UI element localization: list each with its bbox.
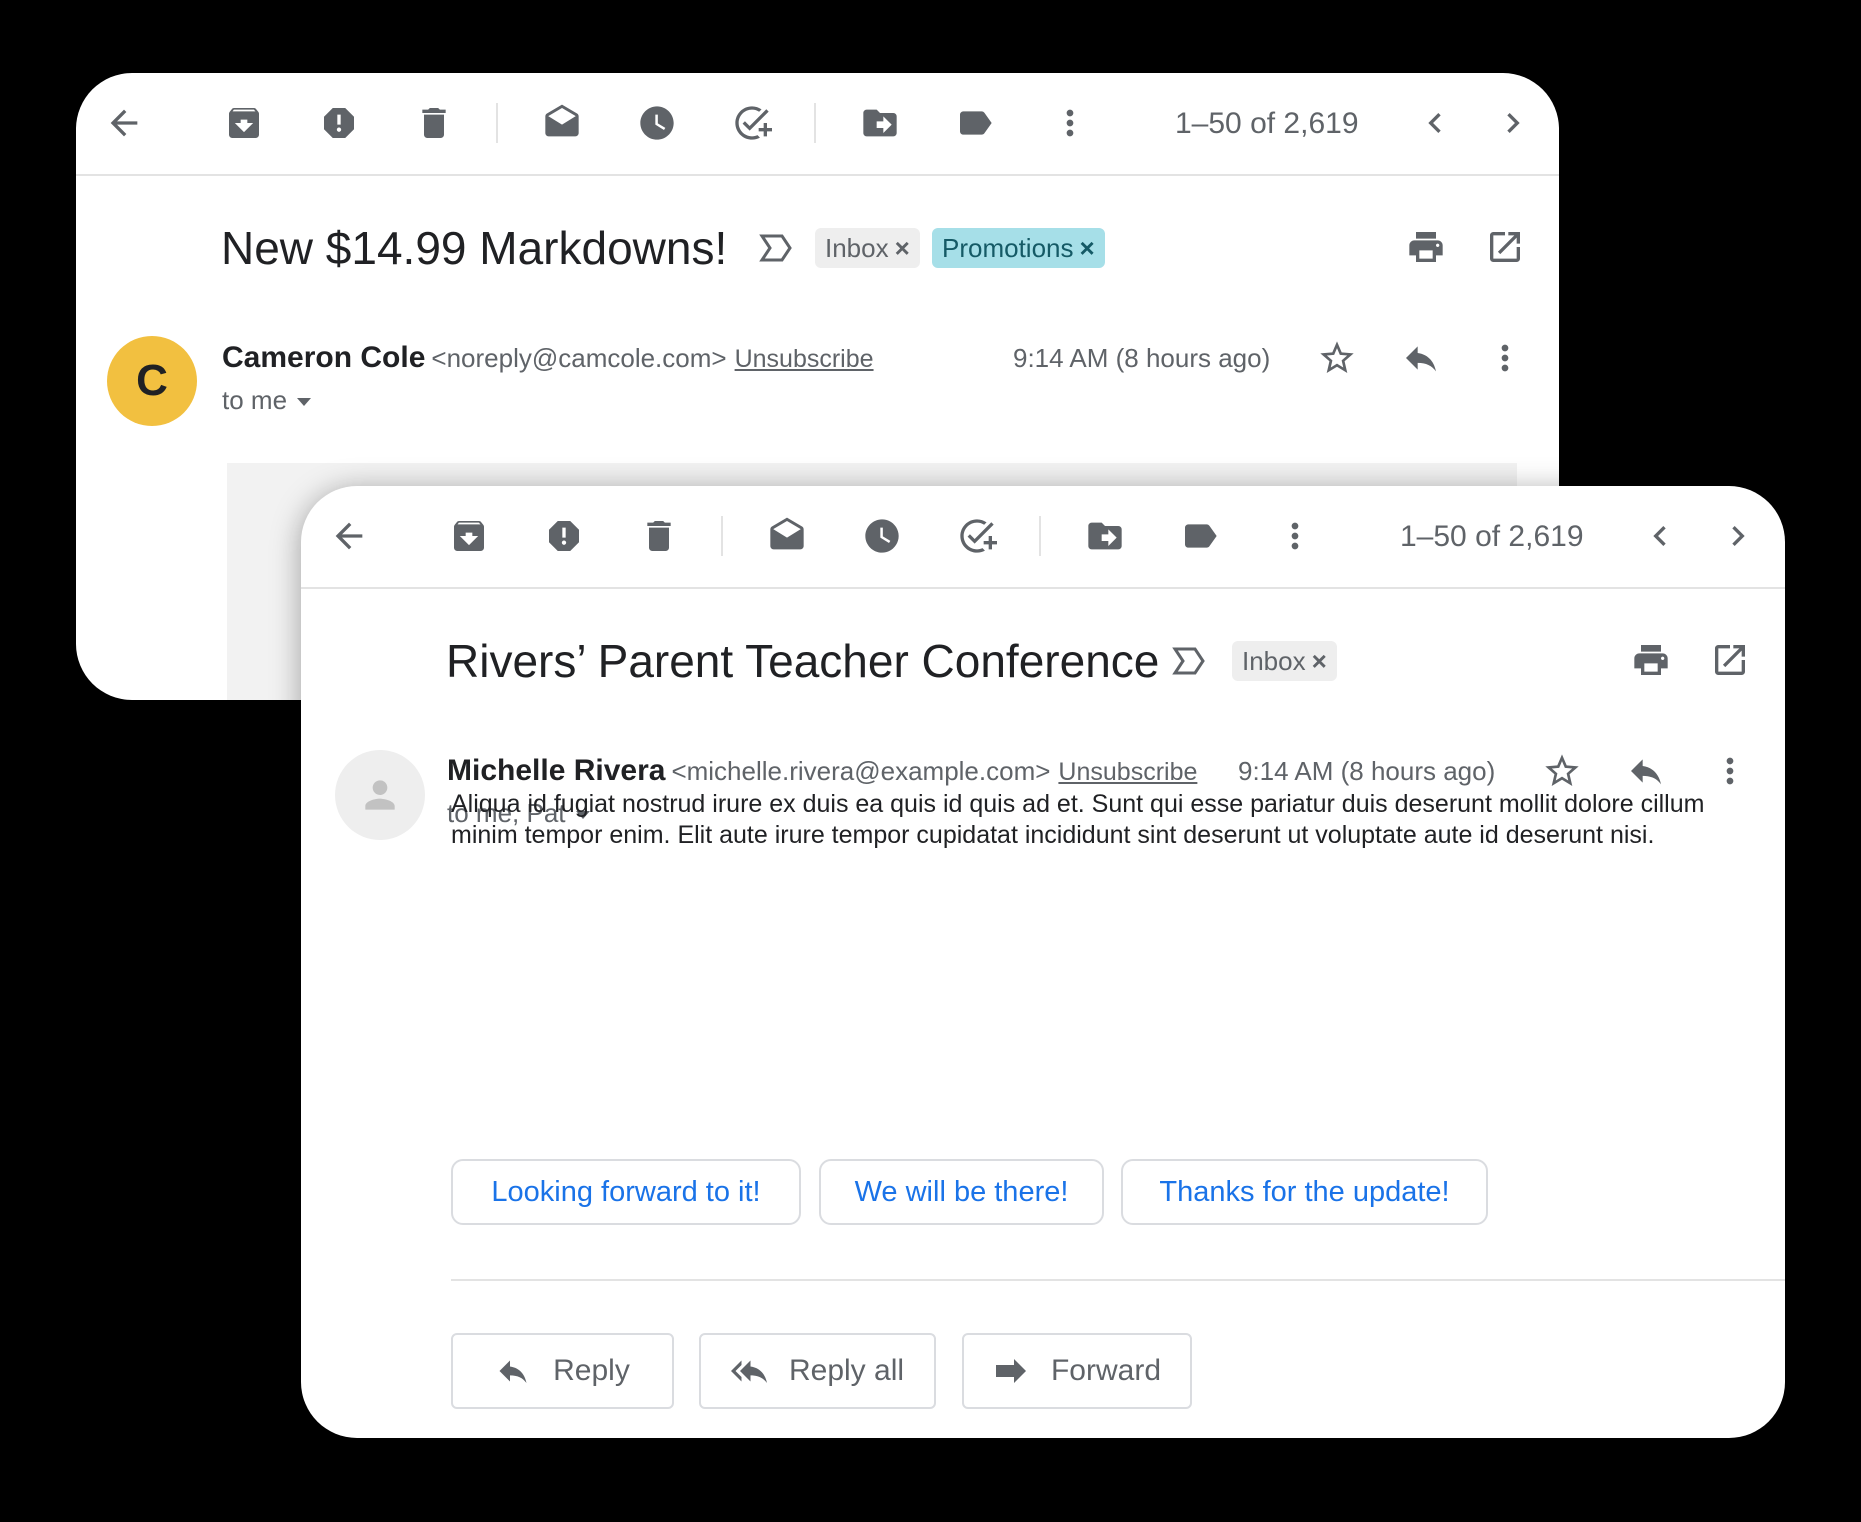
label-icon[interactable]	[1176, 512, 1224, 560]
toolbar-divider	[814, 103, 816, 143]
move-to-icon[interactable]	[1081, 512, 1129, 560]
divider	[451, 1279, 1785, 1281]
label-chip-text: Inbox	[825, 233, 889, 263]
archive-icon[interactable]	[445, 512, 493, 560]
reply-icon	[495, 1353, 531, 1389]
sender-line: Michelle Rivera <michelle.rivera@example.…	[447, 754, 1197, 788]
more-options-icon[interactable]	[1708, 749, 1752, 793]
sender-name[interactable]: Michelle Rivera	[447, 754, 665, 787]
delete-icon[interactable]	[410, 99, 458, 147]
pagination-count: 1–50 of 2,619	[1400, 520, 1584, 553]
forward-button[interactable]: Forward	[962, 1333, 1192, 1409]
email-subject: New $14.99 Markdowns!	[221, 222, 728, 274]
more-options-icon[interactable]	[1046, 99, 1094, 147]
next-page-icon[interactable]	[1489, 99, 1537, 147]
reply-icon[interactable]	[1624, 749, 1668, 793]
timestamp: 9:14 AM (8 hours ago)	[1013, 343, 1271, 373]
email-window-front: 1–50 of 2,619 Rivers’ Parent Teacher Con…	[301, 486, 1785, 1438]
remove-label-icon[interactable]: ×	[895, 233, 910, 263]
open-in-new-window-icon[interactable]	[1708, 638, 1752, 682]
importance-marker-icon[interactable]	[756, 228, 796, 268]
label-icon[interactable]	[951, 99, 999, 147]
avatar[interactable]: C	[107, 336, 197, 426]
more-options-icon[interactable]	[1483, 336, 1527, 380]
smart-reply-button[interactable]: Looking forward to it!	[451, 1159, 801, 1225]
smart-reply-button[interactable]: Thanks for the update!	[1121, 1159, 1488, 1225]
snooze-icon[interactable]	[858, 512, 906, 560]
caret-down-icon	[297, 398, 312, 407]
open-in-new-window-icon[interactable]	[1483, 225, 1527, 269]
reply-button-label: Reply	[553, 1354, 630, 1387]
mark-unread-icon[interactable]	[538, 99, 586, 147]
label-chip-text: Inbox	[1242, 646, 1306, 676]
print-icon[interactable]	[1629, 638, 1673, 682]
star-icon[interactable]	[1315, 336, 1359, 380]
toolbar: 1–50 of 2,619	[76, 73, 1559, 176]
add-task-icon[interactable]	[953, 512, 1001, 560]
reply-all-button[interactable]: Reply all	[699, 1333, 936, 1409]
reply-all-button-label: Reply all	[788, 1354, 905, 1387]
delete-icon[interactable]	[635, 512, 683, 560]
pagination-count: 1–50 of 2,619	[1175, 107, 1359, 140]
toolbar-divider	[496, 103, 498, 143]
reply-all-icon	[731, 1353, 767, 1389]
person-icon	[358, 773, 402, 817]
star-icon[interactable]	[1540, 749, 1584, 793]
sender-email: <michelle.rivera@example.com>	[671, 756, 1051, 786]
email-body-text: Aliqua id fugiat nostrud irure ex duis e…	[451, 790, 1705, 849]
forward-icon	[993, 1353, 1029, 1389]
reply-button[interactable]: Reply	[451, 1333, 674, 1409]
report-spam-icon[interactable]	[540, 512, 588, 560]
sender-line: Cameron Cole <noreply@camcole.com> Unsubsc…	[222, 341, 874, 375]
reply-icon[interactable]	[1399, 336, 1443, 380]
remove-label-icon[interactable]: ×	[1080, 233, 1095, 263]
forward-button-label: Forward	[1050, 1354, 1162, 1387]
label-chip-text: Promotions	[942, 233, 1074, 263]
avatar[interactable]	[335, 750, 425, 840]
back-arrow-icon[interactable]	[325, 512, 373, 560]
recipients-dropdown[interactable]: to me	[222, 385, 312, 416]
smart-reply-button[interactable]: We will be there!	[819, 1159, 1104, 1225]
more-options-icon[interactable]	[1271, 512, 1319, 560]
add-task-icon[interactable]	[728, 99, 776, 147]
prev-page-icon[interactable]	[1411, 99, 1459, 147]
mark-unread-icon[interactable]	[763, 512, 811, 560]
importance-marker-icon[interactable]	[1169, 641, 1209, 681]
snooze-icon[interactable]	[633, 99, 681, 147]
back-arrow-icon[interactable]	[100, 99, 148, 147]
sender-name[interactable]: Cameron Cole	[222, 341, 425, 374]
print-icon[interactable]	[1404, 225, 1448, 269]
toolbar-divider	[721, 516, 723, 556]
label-chip-inbox[interactable]: Inbox ×	[1232, 641, 1337, 681]
remove-label-icon[interactable]: ×	[1312, 646, 1327, 676]
label-chip-promotions[interactable]: Promotions ×	[932, 228, 1105, 268]
toolbar: 1–50 of 2,619	[301, 486, 1785, 589]
unsubscribe-link[interactable]: Unsubscribe	[735, 345, 874, 373]
timestamp: 9:14 AM (8 hours ago)	[1238, 756, 1496, 786]
archive-icon[interactable]	[220, 99, 268, 147]
prev-page-icon[interactable]	[1636, 512, 1684, 560]
email-subject: Rivers’ Parent Teacher Conference	[446, 635, 1160, 687]
report-spam-icon[interactable]	[315, 99, 363, 147]
recipients-text: to me	[222, 385, 288, 415]
move-to-icon[interactable]	[856, 99, 904, 147]
unsubscribe-link[interactable]: Unsubscribe	[1058, 758, 1197, 786]
sender-email: <noreply@camcole.com>	[431, 343, 727, 373]
next-page-icon[interactable]	[1714, 512, 1762, 560]
label-chip-inbox[interactable]: Inbox ×	[815, 228, 920, 268]
toolbar-divider	[1039, 516, 1041, 556]
